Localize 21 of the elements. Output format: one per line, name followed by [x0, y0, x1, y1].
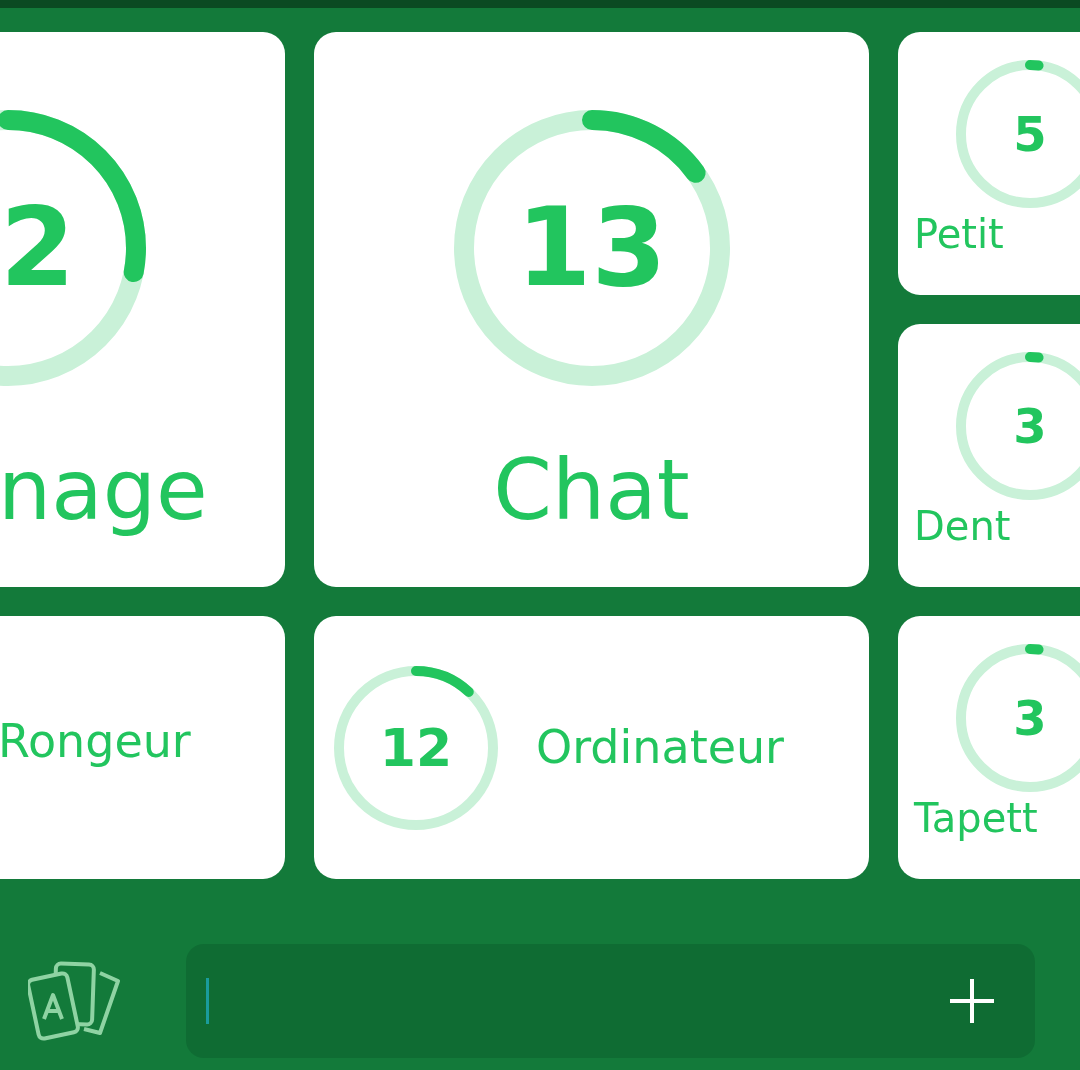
count-number: 5 [1012, 110, 1048, 158]
category-label: Petit [914, 214, 1005, 254]
category-label: Chat [493, 448, 690, 532]
input-field[interactable] [186, 944, 1035, 1058]
plus-icon [949, 978, 995, 1024]
category-label: Rongeur [0, 713, 191, 770]
category-card[interactable]: Rongeur [0, 616, 285, 879]
category-card[interactable]: 3 Dent [898, 324, 1080, 587]
category-card[interactable]: 5 Petit [898, 32, 1080, 295]
category-card[interactable]: 2 nage [0, 32, 285, 587]
count-number: 12 [378, 721, 454, 774]
category-card[interactable]: 12 Ordinateur [314, 616, 869, 879]
count-number: 13 [515, 194, 668, 302]
count-number: 3 [1012, 694, 1048, 742]
count-number: 3 [1012, 402, 1048, 450]
count-number: 2 [0, 194, 76, 302]
category-card[interactable]: 13 Chat [314, 32, 869, 587]
add-button[interactable] [949, 978, 995, 1024]
category-card[interactable]: 3 Tapett [898, 616, 1080, 879]
category-label: Dent [914, 506, 1012, 546]
category-label: Ordinateur [536, 719, 785, 776]
